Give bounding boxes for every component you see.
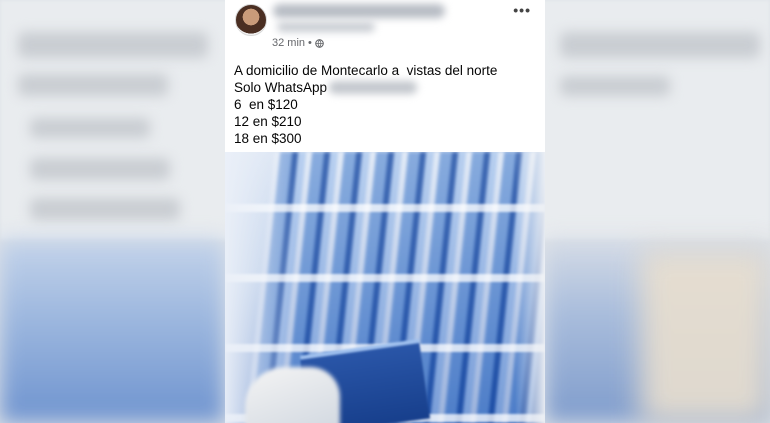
post-line-whatsapp: Solo WhatsApp bbox=[234, 79, 539, 96]
photo-wall bbox=[515, 152, 545, 423]
author-subtitle-redacted bbox=[277, 22, 375, 32]
phone-number-redacted bbox=[329, 81, 418, 94]
background-blur-line bbox=[18, 32, 208, 58]
post-text: A domicilio de Montecarlo a vistas del n… bbox=[234, 62, 539, 147]
background-blur-line bbox=[30, 198, 180, 220]
avatar[interactable] bbox=[235, 4, 267, 36]
price-line: 18 en $300 bbox=[234, 131, 302, 146]
whatsapp-label: Solo WhatsApp bbox=[234, 80, 328, 95]
background-blur-line bbox=[560, 32, 760, 58]
post-timestamp[interactable]: 32 min bbox=[272, 37, 305, 49]
author-name-redacted[interactable] bbox=[273, 4, 445, 18]
hand bbox=[245, 367, 340, 423]
background-warm-blur bbox=[640, 250, 770, 423]
background-photo-blur-left bbox=[0, 240, 225, 423]
background-blur-line bbox=[560, 76, 670, 96]
facebook-post: 32 min • ••• A domicilio de Montecarlo a… bbox=[225, 0, 545, 423]
globe-icon bbox=[315, 38, 324, 48]
water-bottle-packs-photo[interactable] bbox=[225, 152, 545, 423]
price-line: 6 en $120 bbox=[234, 97, 298, 112]
meta-separator: • bbox=[308, 37, 312, 49]
background-blur-line bbox=[30, 118, 150, 138]
background-blur-line bbox=[18, 74, 168, 96]
more-options-icon[interactable]: ••• bbox=[513, 2, 531, 18]
background-blur-line bbox=[30, 158, 170, 180]
post-meta: 32 min • bbox=[272, 37, 324, 49]
price-line: 12 en $210 bbox=[234, 114, 302, 129]
post-line: A domicilio de Montecarlo a vistas del n… bbox=[234, 63, 498, 78]
